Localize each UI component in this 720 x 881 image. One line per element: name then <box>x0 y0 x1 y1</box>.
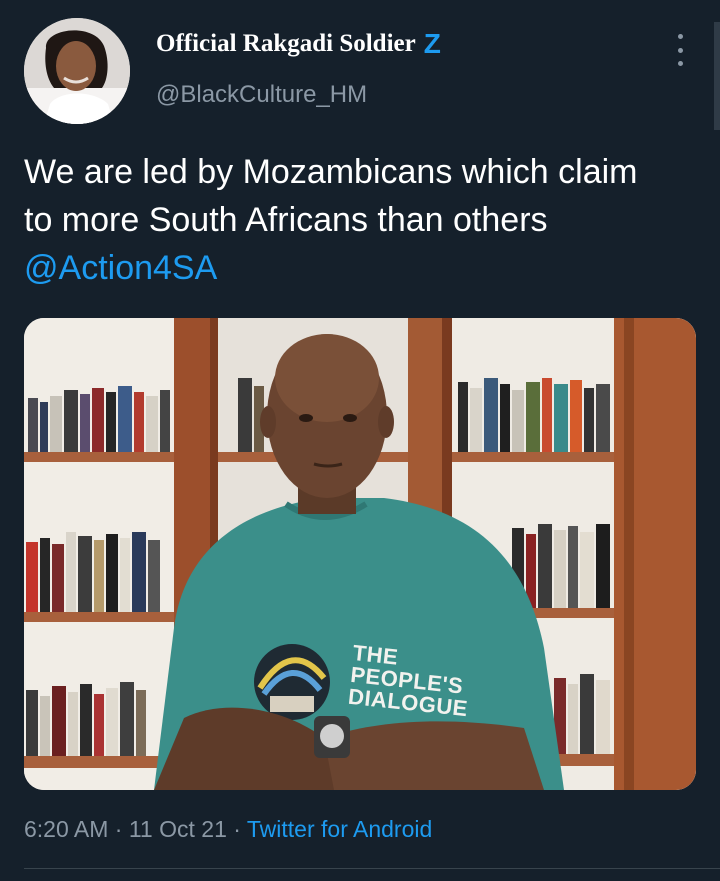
separator: · <box>108 816 129 842</box>
z-badge-icon: Z <box>423 28 441 59</box>
more-options-icon[interactable] <box>668 34 692 66</box>
dot <box>677 61 683 66</box>
tweet-time[interactable]: 6:20 AM <box>24 816 108 842</box>
separator: · <box>226 816 247 842</box>
dot <box>677 34 683 39</box>
dot <box>677 47 683 53</box>
tweet-date[interactable]: 11 Oct 21 <box>129 816 227 842</box>
tweet-text-line: We are led by Mozambicans which claim <box>24 153 638 191</box>
handle[interactable]: @BlackCulture_HM <box>156 81 367 109</box>
divider <box>24 868 720 869</box>
display-name-row: Official Rakgadi Soldier Z <box>156 30 441 58</box>
mention-link[interactable]: @Action4SA <box>24 249 217 287</box>
tweet-text: We are led by Mozambicans which claim to… <box>24 148 704 292</box>
shirt-print: THE PEOPLE'S DIALOGUE <box>347 640 473 721</box>
display-name[interactable]: Official Rakgadi Soldier <box>156 30 416 58</box>
source-link[interactable]: Twitter for Android <box>247 816 432 842</box>
tweet: Official Rakgadi Soldier Z @BlackCulture… <box>0 0 720 881</box>
media-photo[interactable]: THE PEOPLE'S DIALOGUE <box>24 318 696 790</box>
avatar[interactable] <box>24 18 130 124</box>
scrollbar[interactable] <box>714 22 720 130</box>
tweet-meta: 6:20 AM · 11 Oct 21 · Twitter for Androi… <box>24 816 432 843</box>
tweet-text-line: to more South Africans than others <box>24 201 548 239</box>
